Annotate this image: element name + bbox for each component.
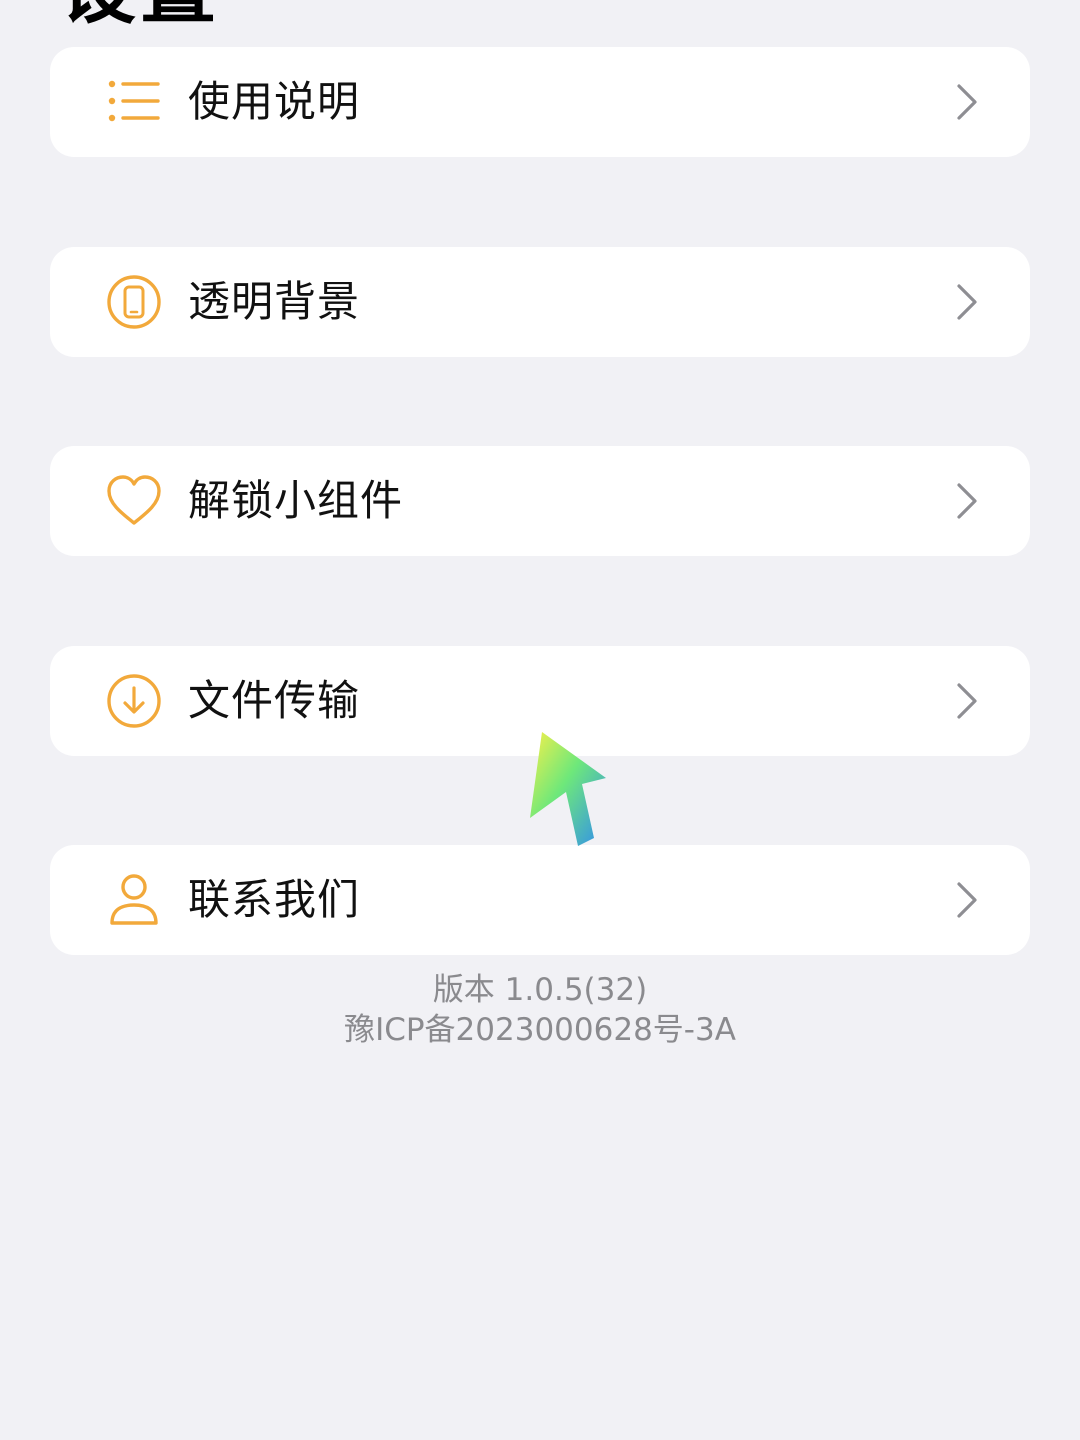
list-icon	[106, 74, 162, 130]
menu-item-transparent-background[interactable]: 透明背景	[50, 247, 1030, 357]
chevron-right-icon	[954, 481, 980, 521]
phone-icon	[106, 274, 162, 330]
icp-license-text: 豫ICP备2023000628号-3A	[344, 1012, 736, 1048]
menu-item-label: 联系我们	[188, 875, 361, 924]
menu-item-contact-us[interactable]: 联系我们	[50, 845, 1030, 955]
menu-item-instructions[interactable]: 使用说明	[50, 47, 1030, 157]
chevron-right-icon	[954, 681, 980, 721]
menu-item-label: 使用说明	[188, 77, 361, 126]
person-icon	[106, 872, 162, 928]
pointer-cursor-icon	[530, 732, 606, 846]
menu-item-label: 透明背景	[188, 277, 361, 326]
version-text: 版本 1.0.5(32)	[432, 972, 648, 1008]
heart-icon	[106, 473, 162, 529]
menu-item-label: 文件传输	[188, 676, 361, 725]
menu-item-unlock-widgets[interactable]: 解锁小组件	[50, 446, 1030, 556]
download-icon	[106, 673, 162, 729]
chevron-right-icon	[954, 82, 980, 122]
menu-item-label: 解锁小组件	[188, 476, 404, 525]
chevron-right-icon	[954, 282, 980, 322]
page-title: 设置	[60, 0, 220, 28]
chevron-right-icon	[954, 880, 980, 920]
